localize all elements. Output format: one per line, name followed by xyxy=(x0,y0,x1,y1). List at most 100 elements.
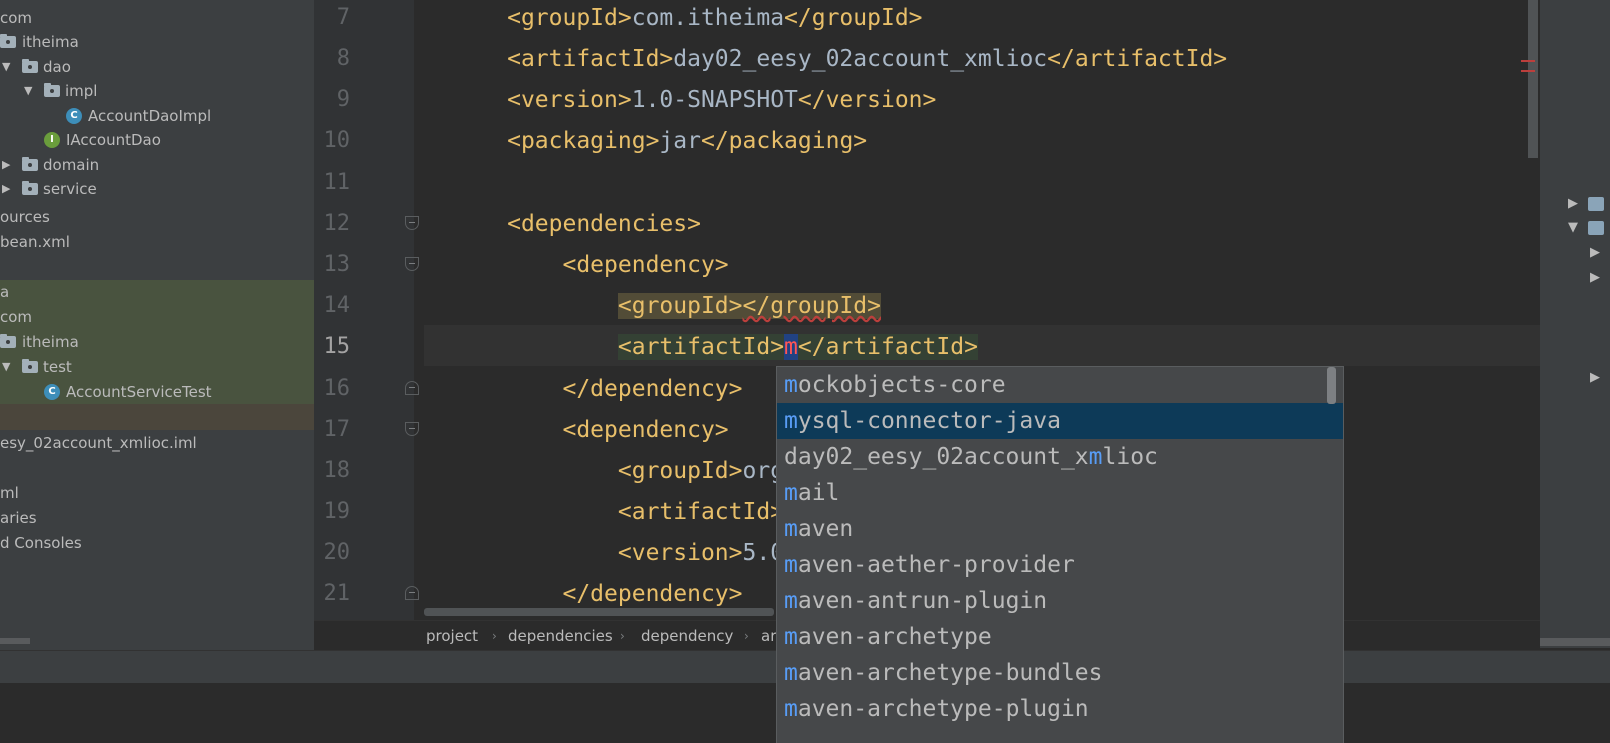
editor-vertical-scrollbar[interactable] xyxy=(1528,0,1538,158)
completion-text: aven-archetype xyxy=(797,624,992,650)
tree-item-label: AccountServiceTest xyxy=(66,383,212,401)
code-line[interactable]: </dependency> xyxy=(424,579,742,609)
tree-item-label: ources xyxy=(0,208,50,226)
expanded-arrow-icon[interactable]: ▼ xyxy=(2,355,14,379)
xml-close-tag: </artifactId> xyxy=(797,334,978,360)
tree-item-label: a xyxy=(0,283,10,301)
xml-close-tag: </packaging> xyxy=(700,128,868,154)
package-folder-icon xyxy=(22,59,38,73)
completion-item[interactable]: mockobjects-core xyxy=(777,367,1343,403)
line-number: 17 xyxy=(323,417,351,442)
completion-item[interactable]: maven xyxy=(777,511,1343,547)
code-line[interactable]: <version>5.0 xyxy=(424,538,784,568)
completion-item[interactable]: mail xyxy=(777,475,1343,511)
collapsed-arrow-icon[interactable]: ▶ xyxy=(1590,245,1600,260)
fold-close-icon[interactable] xyxy=(405,381,419,395)
tree-item-label: ml xyxy=(0,484,19,502)
code-line[interactable]: <dependencies> xyxy=(424,209,701,239)
completion-item-selected[interactable]: mysql-connector-java xyxy=(777,403,1343,439)
xml-open-tag: <version> xyxy=(507,87,632,113)
xml-close-tag: </artifactId> xyxy=(1047,46,1228,72)
test-class-icon: C xyxy=(44,384,60,400)
breadcrumb-item[interactable]: dependency xyxy=(641,621,733,651)
lifecycle-folder-icon xyxy=(1588,197,1604,211)
code-line[interactable]: <groupId>com.itheima</groupId> xyxy=(424,3,922,33)
code-line[interactable]: <groupId></groupId> xyxy=(424,291,881,321)
breadcrumb-item[interactable]: ar xyxy=(761,621,776,651)
collapsed-arrow-icon[interactable]: ▶ xyxy=(1590,270,1600,285)
tree-item-label: domain xyxy=(43,156,100,174)
line-number-current: 15 xyxy=(323,334,351,359)
fold-open-icon[interactable] xyxy=(405,216,419,230)
xml-open-tag: <dependency> xyxy=(562,417,729,443)
code-line[interactable]: <packaging>jar</packaging> xyxy=(424,126,867,156)
completion-match: m xyxy=(784,588,798,614)
package-folder-icon xyxy=(22,181,38,195)
collapsed-arrow-icon[interactable]: ▶ xyxy=(1568,196,1578,211)
xml-close-tag: </groupId> xyxy=(742,293,881,319)
xml-open-tag: <groupId> xyxy=(617,458,743,484)
code-line[interactable]: <groupId>org xyxy=(424,456,784,486)
collapsed-arrow-icon[interactable]: ▶ xyxy=(2,153,14,177)
completion-match: m xyxy=(784,408,798,434)
fold-open-icon[interactable] xyxy=(405,257,419,271)
completion-match: m xyxy=(784,516,798,542)
breadcrumb-item[interactable]: project xyxy=(426,621,478,651)
xml-open-tag: <dependencies> xyxy=(507,211,701,237)
completion-item[interactable]: maven-archetype-bundles xyxy=(777,655,1343,691)
completion-item[interactable]: maven-archetype-plugin xyxy=(777,691,1343,727)
package-folder-icon xyxy=(22,157,38,171)
fold-close-icon[interactable] xyxy=(405,586,419,600)
line-number: 10 xyxy=(323,128,351,153)
breadcrumb-item[interactable]: dependencies xyxy=(508,621,613,651)
completion-item[interactable]: maven-antrun-plugin xyxy=(777,583,1343,619)
code-line[interactable]: <artifactId> xyxy=(424,497,784,527)
xml-close-tag: </version> xyxy=(797,87,937,113)
completion-item[interactable]: maven-aether-provider xyxy=(777,547,1343,583)
completion-match: m xyxy=(784,372,798,398)
xml-text: com.itheima xyxy=(631,5,785,31)
line-number: 16 xyxy=(323,376,351,401)
maven-side-panel: ▶ ▼ ▶ ▶ ▶ xyxy=(1540,0,1610,648)
completion-match: m xyxy=(784,552,798,578)
code-line[interactable]: <artifactId>day02_eesy_02account_xmlioc<… xyxy=(424,44,1227,74)
expanded-arrow-icon[interactable]: ▼ xyxy=(2,55,14,79)
tree-item-label: service xyxy=(43,180,97,198)
xml-open-tag: <dependency> xyxy=(562,252,729,278)
completion-text: aven-archetype-plugin xyxy=(797,696,1089,722)
package-folder-icon xyxy=(22,359,38,373)
xml-open-tag: <groupId> xyxy=(507,5,632,31)
tree-item-label: com xyxy=(0,9,33,27)
xml-open-tag: <version> xyxy=(617,540,743,566)
xml-text: 1.0-SNAPSHOT xyxy=(631,87,798,113)
completion-text: aven-aether-provider xyxy=(797,552,1075,578)
tree-item-label: com xyxy=(0,308,33,326)
completion-text: ail xyxy=(797,480,840,506)
project-tree-panel: com itheima ▼ dao ▼ impl C AccountDaoImp… xyxy=(0,0,314,652)
completion-item[interactable]: day02_eesy_02account_xmlioc xyxy=(777,439,1343,475)
line-number: 11 xyxy=(323,170,351,195)
code-line[interactable]: <dependency> xyxy=(424,415,729,445)
editor-horizontal-scrollbar[interactable] xyxy=(424,608,774,616)
collapsed-arrow-icon[interactable]: ▶ xyxy=(2,177,14,201)
tree-item-label: impl xyxy=(65,82,98,100)
typed-text-caret: m xyxy=(784,334,798,360)
line-number: 20 xyxy=(323,540,351,565)
tree-item-label: aries xyxy=(0,509,37,527)
completion-scrollbar[interactable] xyxy=(1327,367,1336,404)
code-line[interactable]: <version>1.0-SNAPSHOT</version> xyxy=(424,85,936,115)
code-line[interactable]: <dependency> xyxy=(424,250,729,280)
completion-item[interactable]: maven-archetype xyxy=(777,619,1343,655)
side-panel-scrollbar[interactable] xyxy=(1540,638,1610,646)
fold-open-icon[interactable] xyxy=(405,422,419,436)
tree-horizontal-scrollbar[interactable] xyxy=(0,638,30,644)
plugins-folder-icon xyxy=(1588,221,1604,235)
expanded-arrow-icon[interactable]: ▼ xyxy=(1568,220,1578,235)
expanded-arrow-icon[interactable]: ▼ xyxy=(24,79,36,103)
line-number: 8 xyxy=(336,46,350,71)
code-line[interactable]: </dependency> xyxy=(424,374,742,404)
breadcrumb-separator-icon: › xyxy=(620,629,625,643)
error-marker-icon[interactable] xyxy=(1521,60,1535,72)
collapsed-arrow-icon[interactable]: ▶ xyxy=(1590,370,1600,385)
code-line-current[interactable]: <artifactId>m</artifactId> xyxy=(424,332,978,362)
